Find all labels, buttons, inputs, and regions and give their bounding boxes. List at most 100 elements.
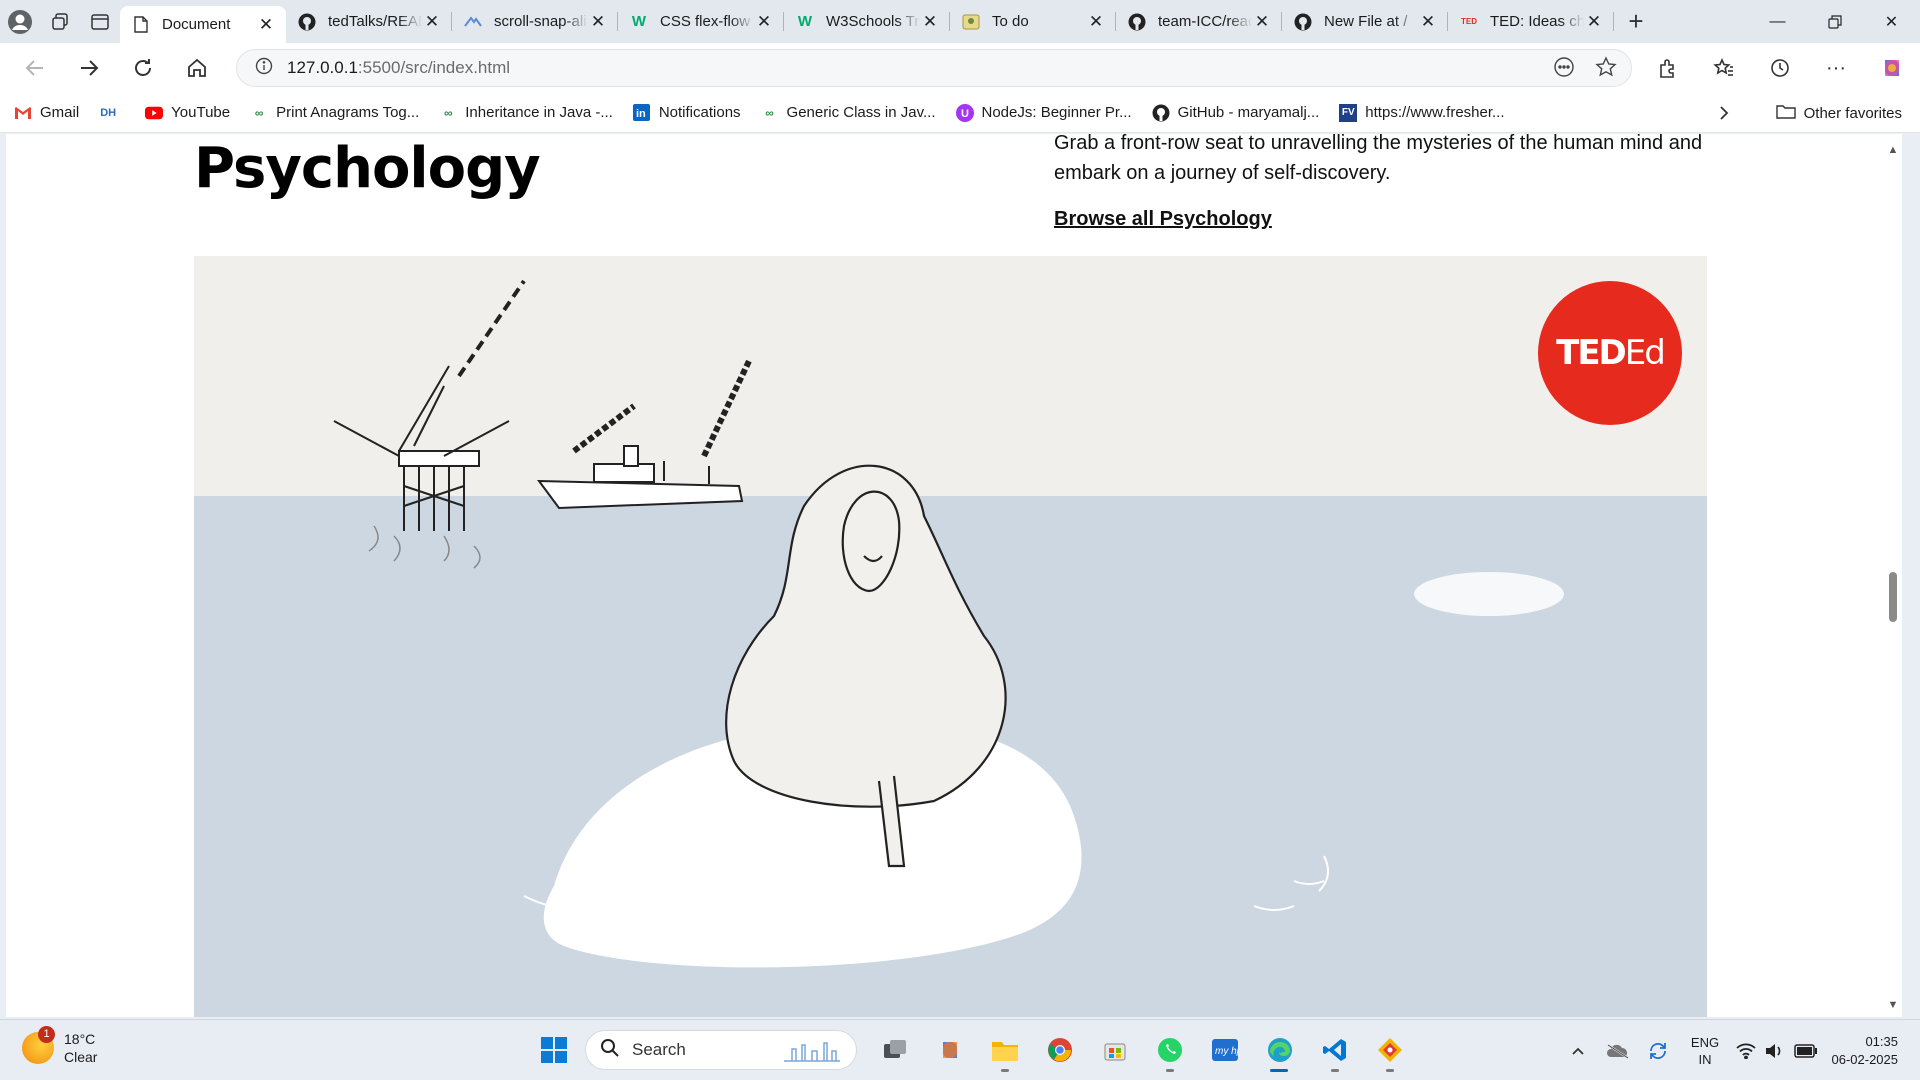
close-tab-icon[interactable]: ✕ [1086, 12, 1106, 32]
close-tab-icon[interactable]: ✕ [1584, 12, 1604, 32]
forward-icon[interactable] [62, 43, 116, 93]
edge-icon[interactable] [1252, 1028, 1307, 1072]
scroll-up-icon[interactable]: ▲ [1887, 144, 1899, 156]
window-controls: — ✕ [1749, 0, 1920, 43]
close-tab-icon[interactable]: ✕ [1252, 12, 1272, 32]
close-window-icon[interactable]: ✕ [1863, 0, 1920, 43]
home-icon[interactable] [170, 43, 224, 93]
bookmarks-bar: Gmail DH YouTube ∞ Print Anagrams Tog...… [0, 93, 1920, 133]
hero-illustration[interactable]: TED Ed [194, 256, 1707, 1017]
battery-icon[interactable] [1788, 1020, 1824, 1080]
copilot-icon[interactable] [1864, 43, 1920, 93]
bookmark-print-anagrams[interactable]: ∞ Print Anagrams Tog... [250, 104, 419, 122]
site-info-icon[interactable] [255, 57, 273, 80]
bookmark-label: Notifications [658, 104, 741, 121]
tab-css-flex-flow[interactable]: W CSS flex-flow ✕ [618, 0, 784, 43]
close-tab-icon[interactable]: ✕ [588, 12, 608, 32]
bookmark-label: Generic Class in Jav... [786, 104, 936, 121]
copilot-app-icon[interactable] [922, 1028, 977, 1072]
tab-scroll-snap[interactable]: scroll-snap-align ✕ [452, 0, 618, 43]
microsoft-store-icon[interactable] [1087, 1028, 1142, 1072]
tab-title: New File at / [1324, 13, 1408, 30]
github-icon [1294, 13, 1312, 31]
tab-w3schools-tryit[interactable]: W W3Schools Tryit ✕ [784, 0, 950, 43]
gfg-icon: ∞ [765, 105, 774, 120]
close-tab-icon[interactable]: ✕ [1418, 12, 1438, 32]
vscode-icon[interactable] [1307, 1028, 1362, 1072]
tab-title: scroll-snap-align [494, 13, 588, 30]
document-icon [132, 16, 150, 34]
tab-ted-ideas[interactable]: TED TED: Ideas change ✕ [1448, 0, 1614, 43]
favorites-icon[interactable] [1696, 43, 1752, 93]
file-explorer-icon[interactable] [977, 1028, 1032, 1072]
close-tab-icon[interactable]: ✕ [256, 15, 276, 35]
logo-ted-text: TED [1556, 333, 1627, 373]
workspaces-icon[interactable] [40, 0, 80, 43]
close-tab-icon[interactable]: ✕ [422, 12, 442, 32]
new-tab-button[interactable]: + [1614, 0, 1658, 43]
browse-all-link[interactable]: Browse all Psychology [1054, 208, 1272, 231]
small-ice-floe [1414, 572, 1564, 616]
whatsapp-icon[interactable] [1142, 1028, 1197, 1072]
bookmark-dh[interactable]: DH [99, 104, 125, 122]
system-clock[interactable]: 01:35 06-02-2025 [1824, 1033, 1920, 1069]
page-scrollbar[interactable]: ▲ ▼ [1884, 134, 1902, 1017]
svg-text:U: U [961, 108, 969, 120]
browser-toolbar: 127.0.0.1:5500/src/index.html ··· [0, 43, 1920, 93]
hp-app-icon[interactable]: my hp [1197, 1028, 1252, 1072]
bookmark-inheritance-java[interactable]: ∞ Inheritance in Java -... [439, 104, 613, 122]
taskbar-search[interactable]: Search [585, 1030, 857, 1070]
chevron-up-icon[interactable] [1558, 1020, 1598, 1080]
search-icon [600, 1038, 620, 1063]
tab-document[interactable]: Document ✕ [120, 6, 286, 43]
weather-description: Clear [64, 1049, 98, 1065]
back-icon[interactable] [8, 43, 62, 93]
weather-widget[interactable]: 1 18°C Clear [22, 1026, 98, 1066]
bookmark-notifications[interactable]: in Notifications [633, 104, 741, 122]
start-button[interactable] [526, 1028, 581, 1072]
bookmark-nodejs[interactable]: U NodeJs: Beginner Pr... [955, 103, 1132, 122]
sync-icon[interactable] [1638, 1020, 1678, 1080]
close-tab-icon[interactable]: ✕ [754, 12, 774, 32]
close-tab-icon[interactable]: ✕ [920, 12, 940, 32]
extensions-icon[interactable] [1640, 43, 1696, 93]
tab-to-do[interactable]: To do ✕ [950, 0, 1116, 43]
minimize-icon[interactable]: — [1749, 0, 1806, 43]
task-view-icon[interactable] [867, 1028, 922, 1072]
language-code: ENG [1690, 1034, 1720, 1050]
onedrive-icon[interactable] [1598, 1020, 1638, 1080]
tab-tedtalks-readme[interactable]: tedTalks/README ✕ [286, 0, 452, 43]
chrome-icon[interactable] [1032, 1028, 1087, 1072]
refresh-icon[interactable] [116, 43, 170, 93]
clock-time: 01:35 [1865, 1033, 1898, 1049]
bookmark-gmail[interactable]: Gmail [14, 104, 79, 122]
other-favorites[interactable]: Other favorites [1775, 93, 1902, 133]
bookmark-generic-class[interactable]: ∞ Generic Class in Jav... [761, 104, 936, 122]
settings-more-icon[interactable]: ··· [1808, 43, 1864, 93]
address-bar[interactable]: 127.0.0.1:5500/src/index.html [236, 49, 1632, 87]
restore-icon[interactable] [1806, 0, 1863, 43]
bookmark-freshersvoice[interactable]: FV https://www.fresher... [1339, 103, 1505, 122]
tab-title: W3Schools Tryit [826, 13, 920, 30]
bookmark-github[interactable]: GitHub - maryamalj... [1152, 104, 1319, 122]
bookmark-youtube[interactable]: YouTube [145, 104, 230, 122]
scrollbar-thumb[interactable] [1889, 572, 1897, 622]
vertical-tabs-icon[interactable] [80, 0, 120, 43]
linkedin-icon: in [633, 104, 651, 122]
chevron-right-icon[interactable] [1704, 93, 1744, 133]
more-options-icon[interactable] [1553, 56, 1575, 83]
git-tool-icon[interactable] [1362, 1028, 1417, 1072]
taskbar-apps: Search my hp [526, 1028, 1417, 1072]
youtube-icon [145, 104, 164, 122]
wifi-icon[interactable] [1732, 1020, 1760, 1080]
tab-new-file[interactable]: New File at / ✕ [1282, 0, 1448, 43]
history-icon[interactable] [1752, 43, 1808, 93]
volume-icon[interactable] [1760, 1020, 1788, 1080]
tab-team-icc[interactable]: team-ICC/react ✕ [1116, 0, 1282, 43]
profile-icon[interactable] [0, 0, 40, 43]
favorite-star-icon[interactable] [1595, 55, 1617, 83]
language-indicator[interactable]: ENG IN [1678, 1034, 1732, 1068]
tab-title: CSS flex-flow [660, 13, 751, 30]
weather-temperature: 18°C [64, 1031, 96, 1047]
scroll-down-icon[interactable]: ▼ [1887, 999, 1899, 1011]
